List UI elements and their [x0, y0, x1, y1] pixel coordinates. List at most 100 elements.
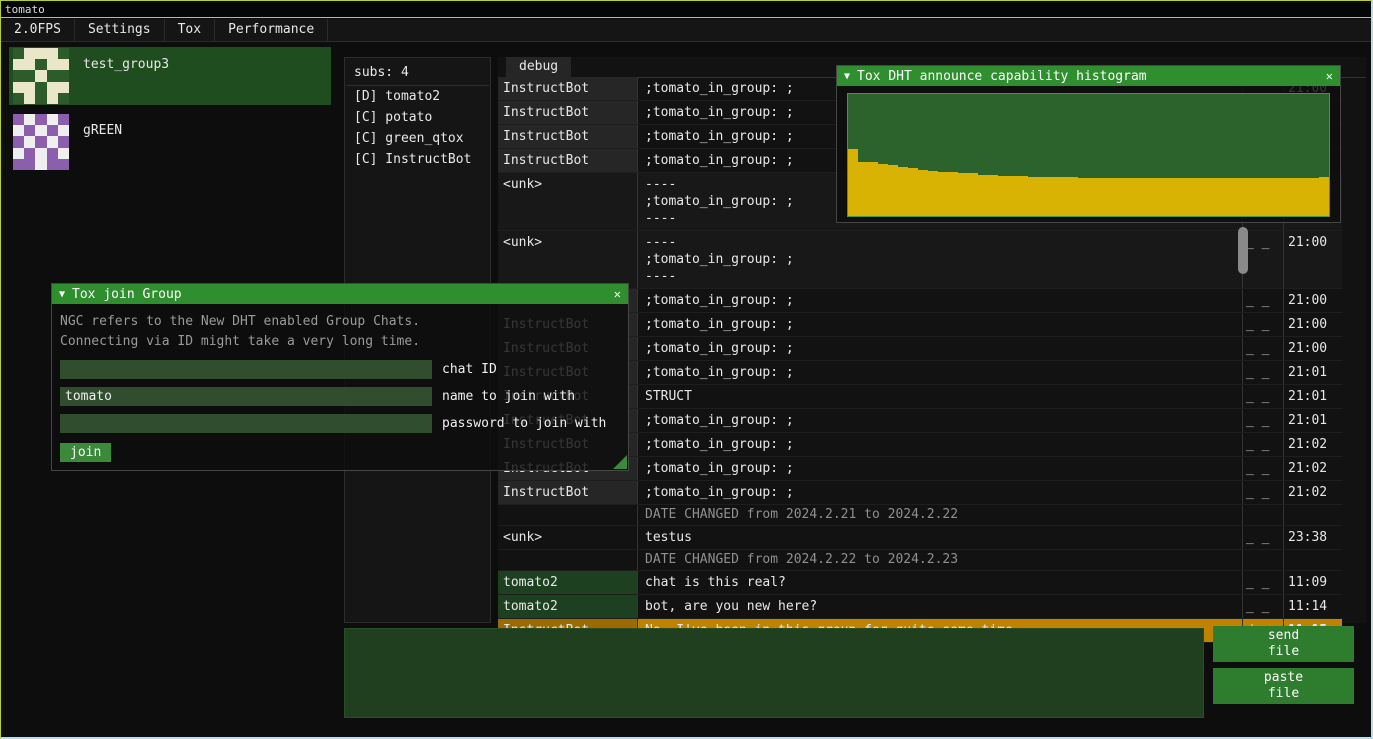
delivery-flags: _ _ [1243, 385, 1284, 408]
histogram-bar [1209, 178, 1219, 216]
histogram-bar [868, 162, 878, 216]
tab-debug[interactable]: debug [506, 57, 571, 77]
fps-counter: 2.0FPS [1, 19, 75, 41]
input-label: name to join with [442, 389, 575, 404]
contact-test_group3[interactable]: test_group3 [9, 47, 331, 105]
message-text: ;tomato_in_group: ; [638, 409, 1243, 432]
histogram-bar [1309, 178, 1319, 216]
paste-file-button[interactable]: paste file [1213, 668, 1354, 704]
sender-name: InstructBot [498, 101, 638, 124]
timestamp: 21:02 [1284, 433, 1342, 456]
histogram-bar [1219, 178, 1229, 216]
timestamp: 21:00 [1284, 313, 1342, 336]
timestamp: 21:00 [1284, 337, 1342, 360]
timestamp: 21:02 [1284, 481, 1342, 504]
join-password-input[interactable] [60, 414, 432, 433]
histogram-bar [848, 149, 858, 216]
member-item[interactable]: [C] potato [345, 107, 490, 128]
ngc-hint-line-1: NGC refers to the New DHT enabled Group … [60, 312, 620, 332]
member-item[interactable]: [C] InstructBot [345, 149, 490, 170]
delivery-flags: _ _ [1243, 526, 1284, 549]
member-item[interactable]: [D] tomato2 [345, 86, 490, 107]
histogram-bar [1229, 178, 1239, 216]
chat-message-row[interactable]: tomato2 chat is this real? _ _ 11:09 [498, 571, 1342, 595]
histogram-bar [1279, 178, 1289, 216]
histogram-bar [1199, 178, 1209, 216]
close-icon[interactable]: ✕ [1326, 69, 1333, 83]
histogram-bar [858, 162, 868, 216]
join-field-row: name to join with [60, 387, 620, 406]
sender-name: InstructBot [498, 125, 638, 148]
date-divider-text: DATE CHANGED from 2024.2.21 to 2024.2.22 [638, 505, 1243, 525]
histogram-bar [978, 175, 988, 216]
chat-message-row[interactable]: tomato2 bot, are you new here? _ _ 11:14 [498, 595, 1342, 619]
histogram-bar [1008, 176, 1018, 216]
histogram-window: ▼ Tox DHT announce capability histogram … [836, 65, 1341, 223]
delivery-flags: _ _ [1243, 571, 1284, 594]
delivery-flags: _ _ [1243, 313, 1284, 336]
join-name-input[interactable] [60, 387, 432, 406]
window-titlebar[interactable]: tomato [1, 1, 1371, 18]
close-icon[interactable]: ✕ [614, 287, 621, 301]
delivery-flags: _ _ [1243, 231, 1284, 288]
date-divider-text: DATE CHANGED from 2024.2.22 to 2024.2.23 [638, 550, 1243, 570]
menu-tox[interactable]: Tox [165, 19, 215, 41]
date-divider: DATE CHANGED from 2024.2.21 to 2024.2.22 [498, 505, 1342, 526]
member-item[interactable]: [C] green_qtox [345, 128, 490, 149]
menu-settings[interactable]: Settings [75, 19, 165, 41]
histogram-bar [1078, 178, 1088, 216]
histogram-bar [1158, 178, 1168, 216]
sender-name: <unk> [498, 526, 638, 549]
histogram-bar [1098, 178, 1108, 216]
message-text: testus [638, 526, 1243, 549]
histogram-bar [1269, 178, 1279, 216]
chat-message-row[interactable]: <unk> ----;tomato_in_group: ;---- _ _ 21… [498, 231, 1342, 289]
message-text: ;tomato_in_group: ; [638, 481, 1243, 504]
join-button[interactable]: join [60, 443, 111, 462]
message-input[interactable] [344, 628, 1204, 718]
histogram-bar [1299, 178, 1309, 216]
join-group-window-titlebar[interactable]: ▼ Tox join Group ✕ [52, 284, 628, 304]
app-window: tomato 2.0FPS SettingsToxPerformance tes… [0, 0, 1373, 739]
histogram-bar [1108, 178, 1118, 216]
histogram-bar [998, 176, 1008, 216]
delivery-flags: _ _ [1243, 337, 1284, 360]
contact-gREEN[interactable]: gREEN [9, 113, 331, 171]
window-title: tomato [5, 3, 45, 16]
histogram-bar [908, 168, 918, 216]
contact-name: test_group3 [83, 57, 169, 72]
sender-name: <unk> [498, 173, 638, 230]
histogram-bar [918, 170, 928, 216]
scrollbar-thumb[interactable] [1238, 227, 1248, 274]
chat-message-row[interactable]: <unk> testus _ _ 23:38 [498, 526, 1342, 550]
menu-performance[interactable]: Performance [215, 19, 328, 41]
histogram-bar [1128, 178, 1138, 216]
histogram-bar [1138, 178, 1148, 216]
histogram-bar [1088, 178, 1098, 216]
delivery-flags: _ _ [1243, 361, 1284, 384]
histogram-bar [1068, 177, 1078, 216]
contact-avatar [13, 48, 69, 104]
send-file-button[interactable]: send file [1213, 626, 1354, 662]
histogram-bar [1028, 177, 1038, 216]
chat-message-row[interactable]: InstructBot ;tomato_in_group: ; _ _ 21:0… [498, 481, 1342, 505]
chat-id-input[interactable] [60, 360, 432, 379]
message-text: chat is this real? [638, 571, 1243, 594]
histogram-bar [1319, 177, 1329, 216]
resize-grip[interactable] [613, 455, 627, 469]
collapse-arrow-icon[interactable]: ▼ [844, 71, 850, 82]
histogram-bar [1179, 178, 1189, 216]
collapse-arrow-icon[interactable]: ▼ [59, 289, 65, 300]
histogram-bar [928, 171, 938, 216]
delivery-flags: _ _ [1243, 457, 1284, 480]
join-field-row: password to join with [60, 414, 620, 433]
histogram-bar [1048, 177, 1058, 216]
sender-name: tomato2 [498, 595, 638, 618]
join-group-window-title: Tox join Group [72, 287, 182, 302]
message-text: ;tomato_in_group: ; [638, 313, 1243, 336]
message-text: ;tomato_in_group: ; [638, 289, 1243, 312]
histogram-window-titlebar[interactable]: ▼ Tox DHT announce capability histogram … [837, 66, 1340, 86]
histogram-bar [1249, 178, 1259, 216]
delivery-flags: _ _ [1243, 481, 1284, 504]
timestamp: 11:09 [1284, 571, 1342, 594]
